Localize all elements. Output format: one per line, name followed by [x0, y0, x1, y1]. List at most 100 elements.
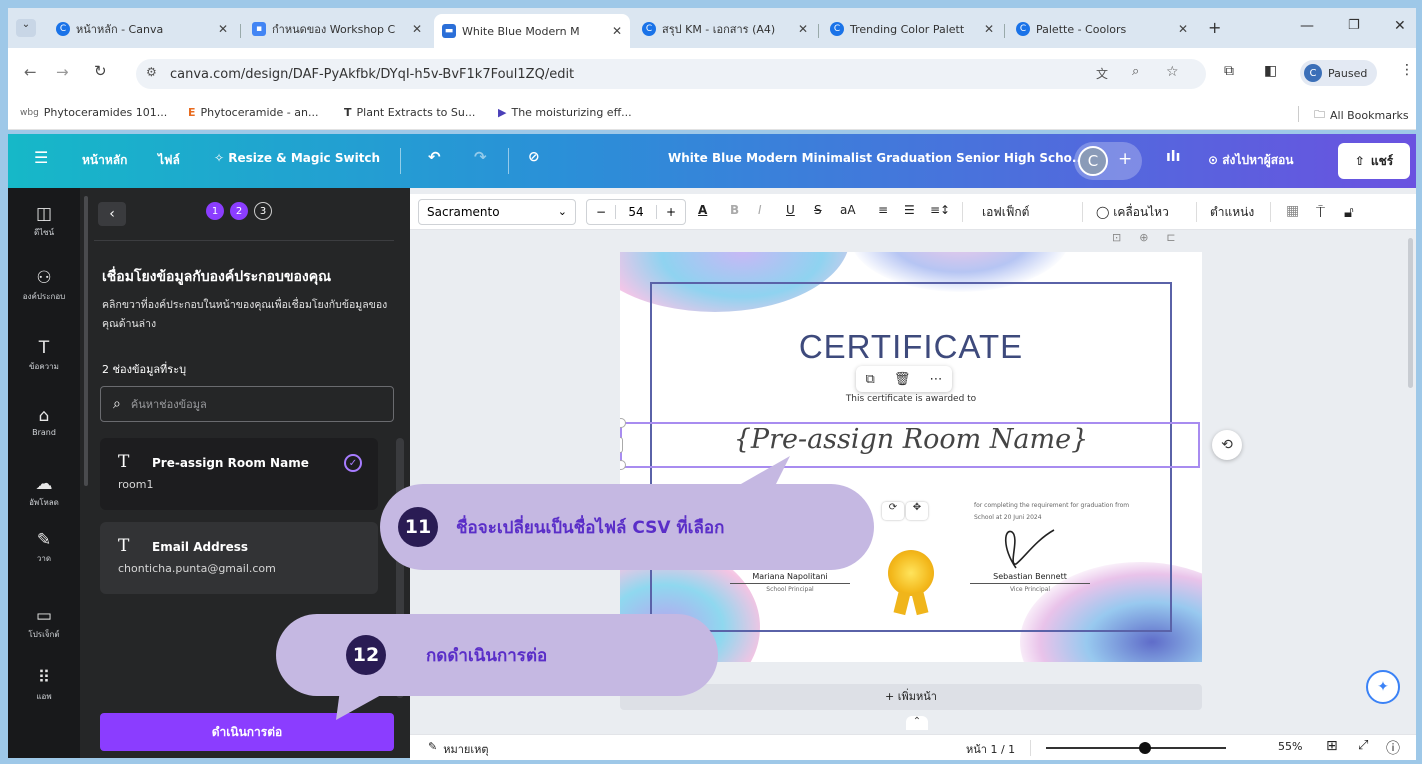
forward-icon[interactable]: →: [56, 63, 69, 81]
scrollbar[interactable]: [1408, 238, 1413, 388]
rail-uploads[interactable]: ☁ อัพโหลด: [8, 474, 80, 509]
resize-button[interactable]: ✧ Resize & Magic Switch: [214, 151, 380, 165]
delete-icon[interactable]: 🗑︎: [894, 372, 911, 387]
collaborators[interactable]: C +: [1074, 142, 1142, 180]
restore-button[interactable]: ❐: [1348, 18, 1360, 33]
search-input[interactable]: ⌕ ค้นหาช่องข้อมูล: [100, 386, 394, 422]
close-icon[interactable]: ✕: [798, 22, 808, 36]
redo-icon[interactable]: ↷: [474, 148, 487, 166]
insights-icon[interactable]: ılı: [1166, 149, 1180, 165]
document-title[interactable]: White Blue Modern Minimalist Graduation …: [668, 151, 1086, 165]
font-size-stepper[interactable]: − 54 +: [586, 199, 686, 225]
site-info-icon[interactable]: ⚙: [146, 65, 157, 79]
add-collaborator-icon[interactable]: +: [1118, 149, 1132, 169]
magic-assistant-button[interactable]: ✦: [1366, 670, 1400, 704]
duplicate-icon[interactable]: ⧉: [866, 372, 875, 387]
send-to-teacher-button[interactable]: ⊙ ส่งไปหาผู้สอน: [1208, 151, 1293, 170]
bold-icon[interactable]: B: [730, 203, 739, 217]
recipient-name-placeholder[interactable]: {Pre-assign Room Name}: [620, 424, 1202, 455]
close-icon[interactable]: ✕: [218, 22, 228, 36]
paint-roller-icon[interactable]: ⍑: [1316, 203, 1325, 221]
lock-icon[interactable]: 🔓︎: [1344, 203, 1354, 221]
decrease-size-button[interactable]: −: [587, 205, 615, 219]
rail-text[interactable]: T ข้อความ: [8, 338, 80, 373]
tab-canva-home[interactable]: C หน้าหลัก - Canva ✕: [48, 14, 236, 44]
undo-icon[interactable]: ↶: [428, 148, 441, 166]
case-icon[interactable]: aA: [840, 203, 856, 217]
align-icon[interactable]: ≡: [878, 203, 888, 217]
tab-search-icon[interactable]: ⌄: [16, 19, 36, 37]
notes-button[interactable]: ✎ หมายเหตุ: [428, 740, 489, 758]
bookmark-item[interactable]: E Phytoceramide - an...: [188, 106, 318, 119]
page-actions[interactable]: ⊡⊕⊏: [1112, 231, 1194, 244]
translate-icon[interactable]: 文: [1096, 65, 1108, 82]
rail-draw[interactable]: ✎ วาด: [8, 530, 80, 565]
field-card-email[interactable]: T Email Address chonticha.punta@gmail.co…: [100, 522, 378, 594]
scrollbar[interactable]: [84, 196, 88, 486]
animate-button[interactable]: ◯ เคลื่อนไหว: [1096, 203, 1169, 222]
close-icon[interactable]: ✕: [412, 22, 422, 36]
home-button[interactable]: หน้าหลัก: [82, 151, 127, 170]
move-icon[interactable]: ✥: [906, 502, 928, 520]
close-icon[interactable]: ✕: [984, 22, 994, 36]
rotate-icon[interactable]: ⟳: [882, 502, 904, 520]
add-page-button[interactable]: + เพิ่มหน้า: [620, 684, 1202, 710]
tab-workshop[interactable]: ▪ กำหนดของ Workshop C ✕: [244, 14, 430, 44]
rail-apps[interactable]: ⠿ แอพ: [8, 668, 80, 703]
zoom-slider-handle[interactable]: [1139, 742, 1151, 754]
cloud-saved-icon[interactable]: ⊘: [528, 149, 540, 165]
extensions-icon[interactable]: ⧉: [1224, 63, 1234, 79]
profile-button[interactable]: C Paused: [1300, 60, 1378, 86]
close-icon[interactable]: ✕: [612, 24, 622, 38]
font-selector[interactable]: Sacramento ⌄: [418, 199, 576, 225]
rail-elements[interactable]: ⚇ องค์ประกอบ: [8, 268, 80, 303]
effects-button[interactable]: เอฟเฟ็กต์: [982, 203, 1029, 222]
help-icon[interactable]: ⓘ: [1386, 738, 1400, 758]
back-button[interactable]: ‹: [98, 202, 126, 226]
strikethrough-icon[interactable]: S: [814, 203, 822, 217]
bookmark-item[interactable]: ▶ The moisturizing eff...: [498, 106, 632, 119]
page-indicator[interactable]: หน้า 1 / 1: [966, 740, 1015, 758]
file-menu-button[interactable]: ไฟล์: [158, 151, 180, 170]
bookmark-item[interactable]: wbg Phytoceramides 101...: [20, 106, 167, 119]
back-icon[interactable]: ←: [24, 63, 37, 81]
tab-coolors[interactable]: C Palette - Coolors ✕: [1008, 14, 1196, 44]
italic-icon[interactable]: I: [758, 203, 762, 217]
side-panel-icon[interactable]: ◧: [1264, 63, 1277, 79]
grid-view-icon[interactable]: ⊞: [1326, 738, 1338, 754]
close-icon[interactable]: ✕: [1178, 22, 1188, 36]
zoom-icon[interactable]: ⌕: [1132, 64, 1139, 79]
rail-design[interactable]: ◫ ดีไซน์: [8, 204, 80, 239]
rail-brand[interactable]: ⌂ Brand: [8, 406, 80, 437]
close-window-button[interactable]: ✕: [1394, 18, 1406, 34]
tab-trending-palette[interactable]: C Trending Color Palett ✕: [822, 14, 1002, 44]
tab-white-blue-modern[interactable]: ▬ White Blue Modern M ✕: [434, 14, 630, 48]
more-icon[interactable]: ⋯: [929, 372, 942, 387]
position-button[interactable]: ตำแหน่ง: [1210, 203, 1254, 222]
chevron-up-icon[interactable]: ⌃: [906, 716, 928, 730]
underline-icon[interactable]: U: [786, 203, 795, 217]
star-icon[interactable]: ☆: [1166, 64, 1179, 80]
fullscreen-icon[interactable]: ⤢: [1358, 738, 1368, 753]
share-button[interactable]: ⇧ แชร์: [1338, 143, 1410, 179]
reload-icon[interactable]: ↻: [94, 62, 107, 80]
field-card-room-name[interactable]: T Pre-assign Room Name room1 ✓: [100, 438, 378, 510]
bookmark-item[interactable]: T Plant Extracts to Su...: [344, 106, 475, 119]
increase-size-button[interactable]: +: [657, 205, 685, 219]
transparency-icon[interactable]: ▦: [1286, 203, 1299, 219]
all-bookmarks-button[interactable]: 🗀 All Bookmarks: [1314, 106, 1409, 125]
spacing-icon[interactable]: ≡↕: [930, 203, 950, 217]
text-color-icon[interactable]: A: [698, 203, 707, 217]
resize-handle[interactable]: [620, 460, 626, 470]
zoom-slider[interactable]: [1046, 747, 1226, 749]
address-bar[interactable]: ⚙ canva.com/design/DAF-PyAkfbk/DYqI-h5v-…: [136, 59, 1206, 89]
zoom-level[interactable]: 55%: [1278, 740, 1302, 753]
new-tab-button[interactable]: +: [1208, 18, 1221, 37]
menu-icon[interactable]: ☰: [34, 148, 48, 167]
list-icon[interactable]: ☰: [904, 203, 915, 217]
rail-projects[interactable]: ▭ โปรเจ็กต์: [8, 606, 80, 641]
minimize-button[interactable]: —: [1300, 18, 1314, 34]
rotate-element-button[interactable]: ⟲: [1212, 430, 1242, 460]
menu-icon[interactable]: ⋮: [1400, 62, 1414, 78]
tab-km-summary[interactable]: C สรุป KM - เอกสาร (A4) ✕: [634, 14, 816, 44]
